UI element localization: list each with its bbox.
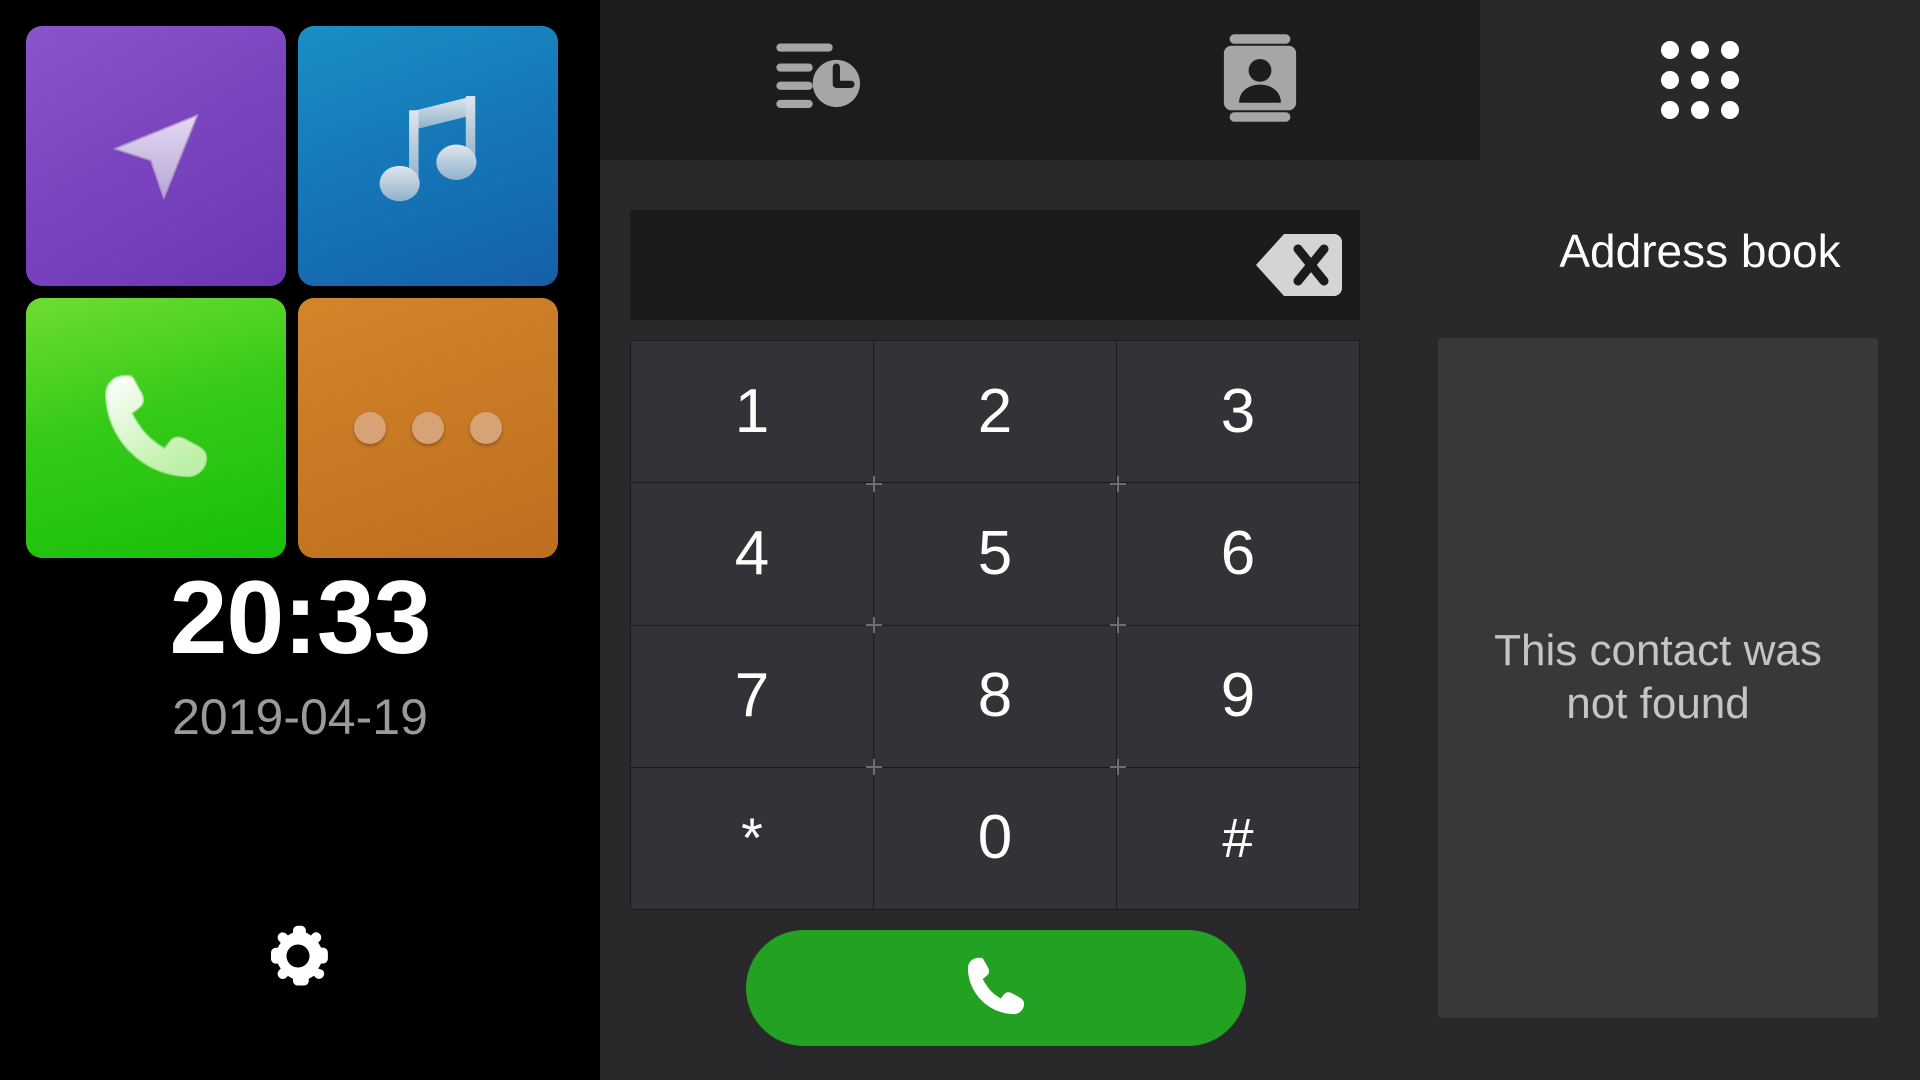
contact-result-card: This contact was not found bbox=[1438, 338, 1878, 1018]
key-star[interactable]: * bbox=[631, 767, 873, 909]
tab-contacts[interactable] bbox=[1040, 0, 1480, 160]
launcher-panel: 20:33 2019-04-19 bbox=[0, 0, 600, 1080]
more-dots-icon bbox=[354, 412, 502, 444]
apps-grid-icon bbox=[1661, 41, 1739, 119]
phone-number-field[interactable] bbox=[630, 210, 1360, 320]
address-book-panel: Address book This contact was not found bbox=[1438, 160, 1920, 1080]
tab-call-history[interactable] bbox=[600, 0, 1040, 160]
apps-grid-button[interactable] bbox=[1480, 0, 1920, 160]
key-8[interactable]: 8 bbox=[874, 625, 1116, 767]
key-7[interactable]: 7 bbox=[631, 625, 873, 767]
app-tile-more[interactable] bbox=[298, 298, 558, 558]
clock-time: 20:33 bbox=[169, 560, 432, 676]
app-tile-phone[interactable] bbox=[26, 298, 286, 558]
dialer-keypad[interactable]: 1 2 3 4 5 6 7 8 9 * 0 # bbox=[630, 340, 1360, 910]
dialer-top-bar bbox=[600, 0, 1480, 160]
app-tile-grid bbox=[26, 26, 578, 558]
navigation-arrow-icon bbox=[91, 89, 221, 224]
key-5[interactable]: 5 bbox=[874, 483, 1116, 625]
call-history-icon bbox=[774, 38, 866, 123]
music-note-icon bbox=[368, 89, 488, 224]
key-0[interactable]: 0 bbox=[874, 767, 1116, 909]
call-button[interactable] bbox=[746, 930, 1246, 1046]
contact-not-found-message: This contact was not found bbox=[1494, 626, 1822, 728]
phone-dialer-screen: 20:33 2019-04-19 1 2 3 4 5 6 7 8 9 * 0 #… bbox=[0, 0, 1920, 1080]
key-hash[interactable]: # bbox=[1117, 767, 1359, 909]
app-tile-navigation[interactable] bbox=[26, 26, 286, 286]
phone-handset-icon bbox=[957, 947, 1035, 1030]
key-4[interactable]: 4 bbox=[631, 483, 873, 625]
contact-card-icon bbox=[1222, 32, 1298, 129]
clock-date: 2019-04-19 bbox=[172, 689, 428, 745]
backspace-icon[interactable] bbox=[1254, 232, 1342, 298]
key-2[interactable]: 2 bbox=[874, 341, 1116, 483]
app-tile-music[interactable] bbox=[298, 26, 558, 286]
key-9[interactable]: 9 bbox=[1117, 625, 1359, 767]
key-1[interactable]: 1 bbox=[631, 341, 873, 483]
key-3[interactable]: 3 bbox=[1117, 341, 1359, 483]
address-book-title: Address book bbox=[1559, 225, 1841, 277]
gear-icon[interactable] bbox=[262, 920, 334, 992]
key-6[interactable]: 6 bbox=[1117, 483, 1359, 625]
dialer-panel: 1 2 3 4 5 6 7 8 9 * 0 # bbox=[600, 160, 1480, 1080]
phone-handset-icon bbox=[86, 356, 226, 501]
